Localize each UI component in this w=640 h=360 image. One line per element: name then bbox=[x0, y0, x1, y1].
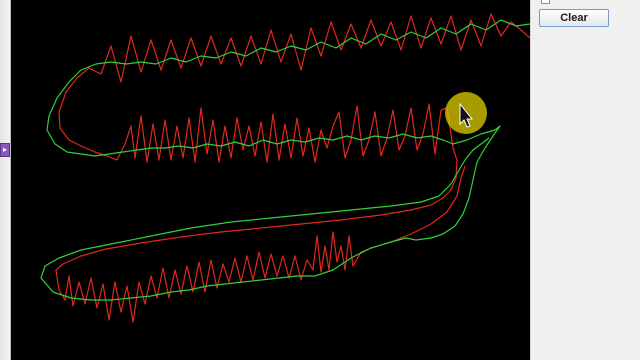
option-row bbox=[541, 0, 554, 4]
window-left-border bbox=[0, 0, 11, 360]
trace-layer bbox=[40, 13, 530, 323]
control-panel: Clear bbox=[530, 0, 640, 360]
side-tab-arrow-icon: ▸ bbox=[2, 145, 7, 154]
raw-signal-trace bbox=[55, 13, 530, 323]
option-checkbox[interactable] bbox=[541, 0, 550, 4]
side-tab-handle[interactable]: ▸ bbox=[0, 143, 10, 157]
clear-button[interactable]: Clear bbox=[539, 9, 609, 27]
drawing-canvas[interactable] bbox=[11, 0, 530, 360]
